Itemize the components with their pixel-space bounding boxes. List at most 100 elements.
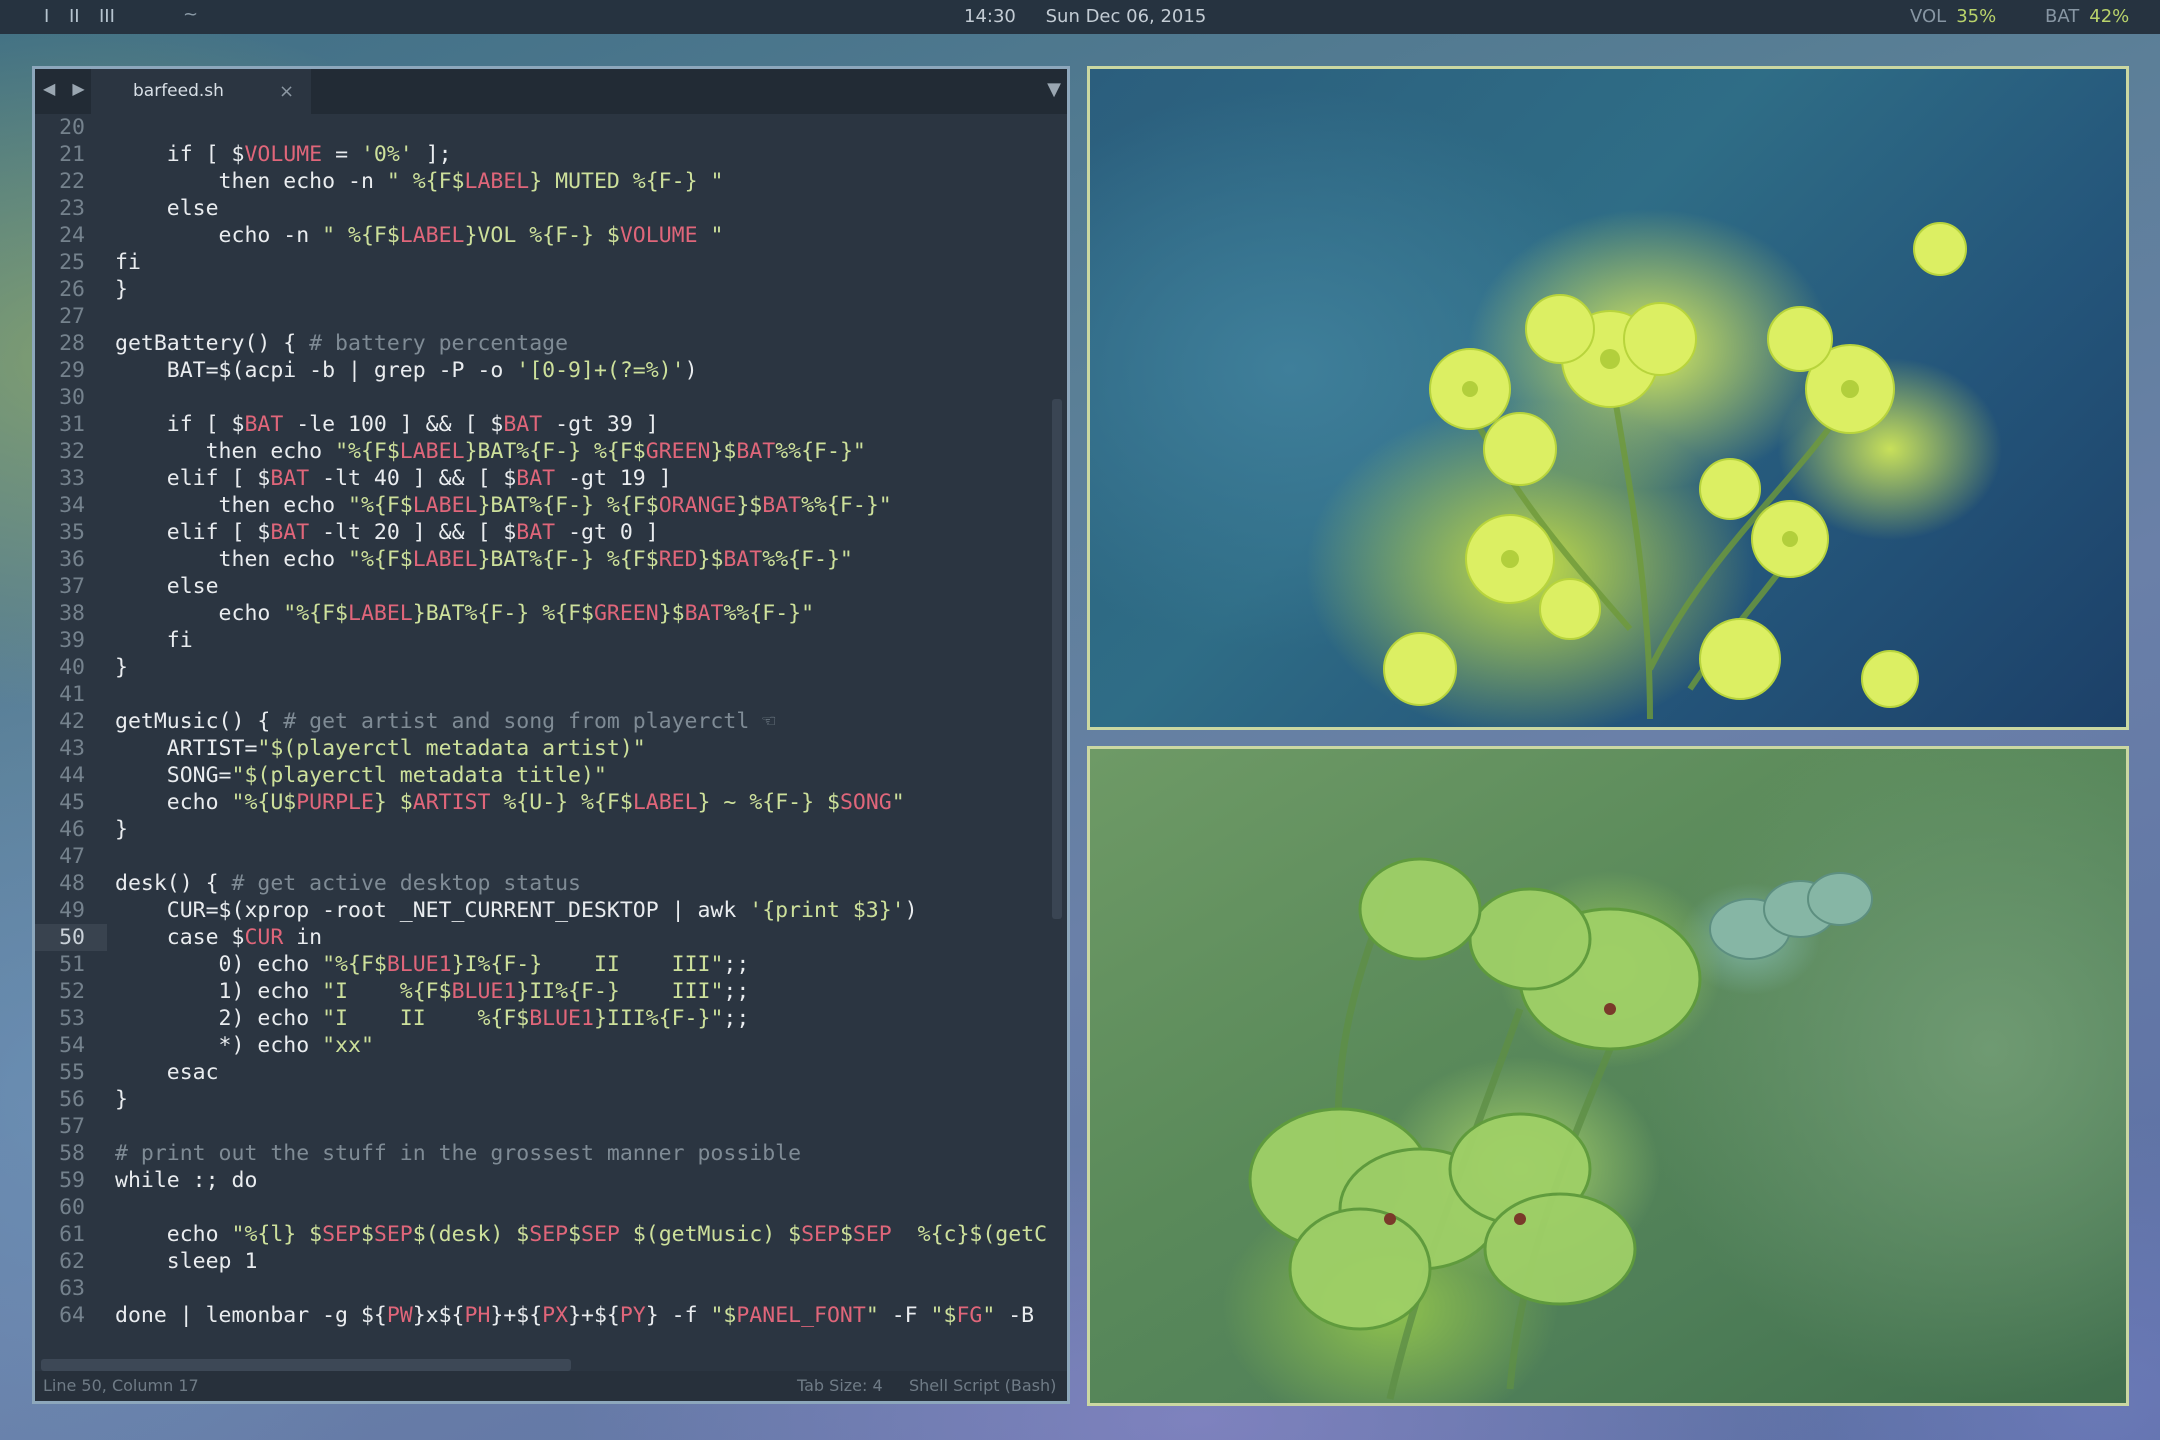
line-number: 21 <box>59 142 85 167</box>
code-line[interactable]: 21 if [ $VOLUME = '0%' ]; <box>35 141 1067 168</box>
code-line[interactable]: 25 fi <box>35 249 1067 276</box>
code-token: }BAT%{F-} %{F$ <box>477 493 659 518</box>
code-line[interactable]: 49 CUR=$(xprop -root _NET_CURRENT_DESKTO… <box>35 897 1067 924</box>
code-line[interactable]: 54 *) echo "xx" <box>35 1032 1067 1059</box>
code-line[interactable]: 34 then echo "%{F$LABEL}BAT%{F-} %{F$ORA… <box>35 492 1067 519</box>
code-token: CUR=$(xprop -root _NET_CURRENT_DESKTOP |… <box>115 898 750 923</box>
workspace-1[interactable]: I <box>44 0 49 34</box>
code-line[interactable]: 63 <box>35 1275 1067 1302</box>
code-line[interactable]: 27 <box>35 303 1067 330</box>
code-token: BAT <box>762 493 802 518</box>
code-line[interactable]: 26} <box>35 276 1067 303</box>
code-token: echo <box>115 790 232 815</box>
code-line[interactable]: 58 # print out the stuff in the grossest … <box>35 1140 1067 1167</box>
line-number: 29 <box>59 358 85 383</box>
code-line[interactable]: 56} <box>35 1086 1067 1113</box>
code-token: "%{U$ <box>231 790 297 815</box>
code-line[interactable]: 47 <box>35 843 1067 870</box>
code-line[interactable]: 20 <box>35 114 1067 141</box>
line-number: 53 <box>59 1006 85 1031</box>
code-line[interactable]: 35 elif [ $BAT -lt 20 ] && [ $BAT -gt 0 … <box>35 519 1067 546</box>
code-line[interactable]: 33 elif [ $BAT -lt 40 ] && [ $BAT -gt 19… <box>35 465 1067 492</box>
volume-indicator[interactable]: VOL 35% <box>1910 0 1996 34</box>
code-area[interactable]: 20 21 if [ $VOLUME = '0%' ]; 22 then echo … <box>35 114 1067 1359</box>
code-token: desk() { <box>115 871 232 896</box>
code-line[interactable]: 42 getMusic() { # get artist and song fro… <box>35 708 1067 735</box>
line-text: 0) echo "%{F$BLUE1}I%{F-} II III";; <box>115 951 750 978</box>
code-line[interactable]: 24 echo -n " %{F$LABEL}VOL %{F-} $VOLUME… <box>35 222 1067 249</box>
tab-nav-arrows-icon[interactable]: ◀ ▶ <box>43 79 91 98</box>
code-token: %{U-} %{F$ <box>490 790 633 815</box>
code-token: ) <box>904 898 918 923</box>
code-line[interactable]: 28 getBattery() { # battery percentage <box>35 330 1067 357</box>
code-token: if [ $ <box>115 412 245 437</box>
code-token: PX <box>542 1303 569 1328</box>
line-number: 59 <box>59 1168 85 1193</box>
code-line[interactable]: 50 case $CUR in <box>35 924 1067 951</box>
code-token: } <box>115 817 128 842</box>
code-line[interactable]: 37 else <box>35 573 1067 600</box>
code-token: then echo -n <box>115 169 387 194</box>
code-line[interactable]: 30 <box>35 384 1067 411</box>
code-line[interactable]: 57 <box>35 1113 1067 1140</box>
code-line[interactable]: 23 else <box>35 195 1067 222</box>
code-line[interactable]: 36 then echo "%{F$LABEL}BAT%{F-} %{F$RED… <box>35 546 1067 573</box>
code-line[interactable]: 41 <box>35 681 1067 708</box>
line-text: case $CUR in <box>115 924 322 951</box>
code-line[interactable]: 59 while :; do <box>35 1167 1067 1194</box>
workspace-2[interactable]: II <box>69 0 80 34</box>
vertical-scrollbar[interactable] <box>1052 399 1062 919</box>
line-number: 57 <box>59 1114 85 1139</box>
code-line[interactable]: 62 sleep 1 <box>35 1248 1067 1275</box>
code-token: # get active desktop status <box>231 871 582 896</box>
code-line[interactable]: 64 done | lemonbar -g ${PW}x${PH}+${PX}+$… <box>35 1302 1067 1329</box>
code-line[interactable]: 61 echo "%{l} $SEP$SEP$(desk) $SEP$SEP $… <box>35 1221 1067 1248</box>
tab-size-selector[interactable]: Tab Size: 4 <box>797 1371 883 1401</box>
code-token: %%{F-}" <box>762 547 853 572</box>
line-number: 44 <box>59 763 85 788</box>
code-token: %{c}$(getC <box>891 1222 1048 1247</box>
code-line[interactable]: 40} <box>35 654 1067 681</box>
code-line[interactable]: 32 then echo "%{F$LABEL}BAT%{F-} %{F$GRE… <box>35 438 1067 465</box>
code-line[interactable]: 46} <box>35 816 1067 843</box>
code-line[interactable]: 60 <box>35 1194 1067 1221</box>
code-line[interactable]: 39 fi <box>35 627 1067 654</box>
code-line[interactable]: 45 echo "%{U$PURPLE} $ARTIST %{U-} %{F$L… <box>35 789 1067 816</box>
syntax-selector[interactable]: Shell Script (Bash) <box>909 1371 1056 1401</box>
code-token: } ~ %{F-} $ <box>697 790 840 815</box>
code-line[interactable]: 38 echo "%{F$LABEL}BAT%{F-} %{F$GREEN}$B… <box>35 600 1067 627</box>
clock-time: 14:30 <box>964 6 1016 27</box>
line-number: 40 <box>59 655 85 680</box>
close-icon[interactable]: × <box>279 69 294 114</box>
clock-date: Sun Dec 06, 2015 <box>1045 6 1207 27</box>
workspace-3[interactable]: III <box>99 0 115 34</box>
code-token: -gt 0 ] <box>555 520 659 545</box>
code-line[interactable]: 52 1) echo "I %{F$BLUE1}II%{F-} III";; <box>35 978 1067 1005</box>
code-line[interactable]: 29 BAT=$(acpi -b | grep -P -o '[0-9]+(?=… <box>35 357 1067 384</box>
code-token: 2) echo <box>115 1006 323 1031</box>
code-line[interactable]: 51 0) echo "%{F$BLUE1}I%{F-} II III";; <box>35 951 1067 978</box>
code-line[interactable]: 44 SONG="$(playerctl metadata title)" <box>35 762 1067 789</box>
code-token: then echo <box>115 547 348 572</box>
code-line[interactable]: 48 desk() { # get active desktop status <box>35 870 1067 897</box>
green-leaves-photo <box>1087 746 2129 1406</box>
horizontal-scrollbar[interactable] <box>41 1359 571 1371</box>
tab-barfeed[interactable]: barfeed.sh × <box>91 69 311 114</box>
code-line[interactable]: 22 then echo -n " %{F$LABEL} MUTED %{F-}… <box>35 168 1067 195</box>
tab-menu-chevron-icon[interactable]: ▼ <box>1047 79 1061 100</box>
code-token: }VOL %{F-} $ <box>464 223 620 248</box>
code-token: elif [ $ <box>115 466 271 491</box>
code-line[interactable]: 55 esac <box>35 1059 1067 1086</box>
code-line[interactable]: 43 ARTIST="$(playerctl metadata artist)" <box>35 735 1067 762</box>
line-number: 49 <box>59 898 85 923</box>
battery-value: 42% <box>2089 6 2130 27</box>
line-number: 23 <box>59 196 85 221</box>
code-line[interactable]: 53 2) echo "I II %{F$BLUE1}III%{F-}";; <box>35 1005 1067 1032</box>
code-token: VOLUME <box>244 142 323 167</box>
code-token: then echo <box>115 493 348 518</box>
line-text: esac <box>115 1059 219 1086</box>
code-token: $(desk) $ <box>412 1222 530 1247</box>
code-line[interactable]: 31 if [ $BAT -le 100 ] && [ $BAT -gt 39 … <box>35 411 1067 438</box>
code-token: # get artist and song from playerctl ☜ <box>283 709 776 734</box>
code-token: CUR <box>244 925 284 950</box>
